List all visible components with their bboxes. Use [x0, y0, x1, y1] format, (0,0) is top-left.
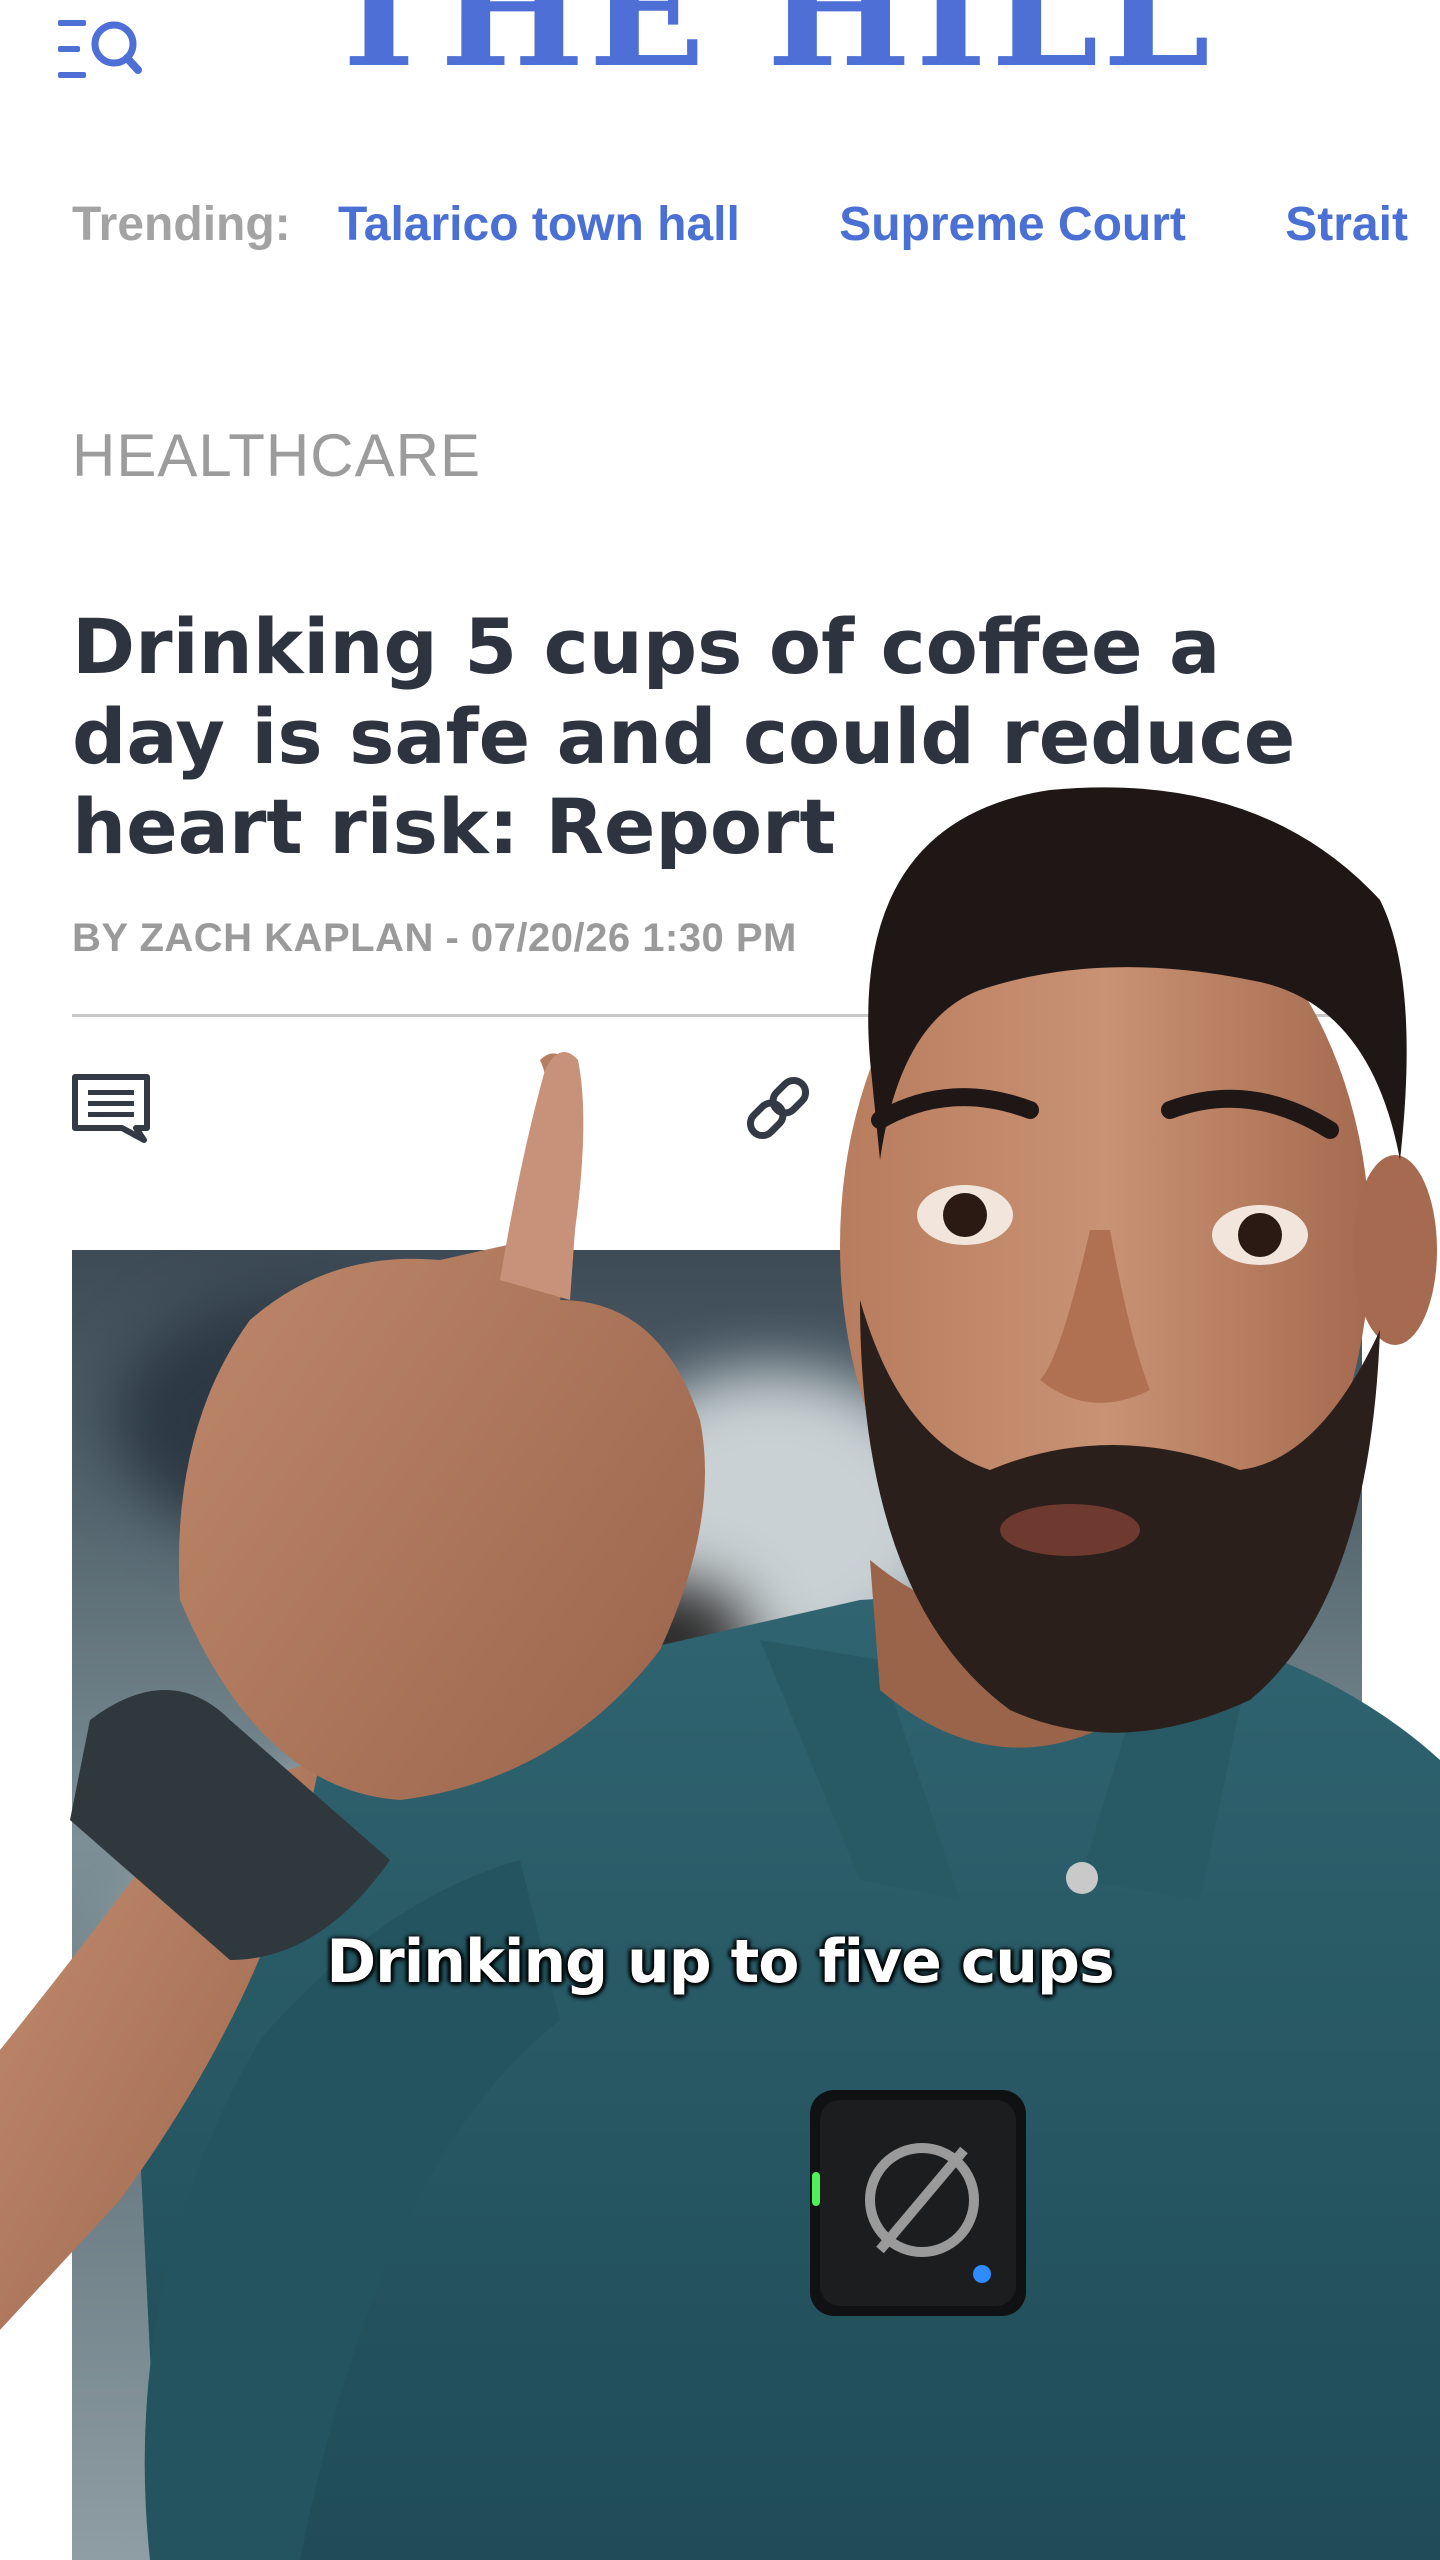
- trending-link-talarico-town-hall[interactable]: Talarico town hall: [338, 190, 740, 260]
- section-label[interactable]: HEALTHCARE: [72, 420, 481, 492]
- byline-divider: [72, 1014, 1368, 1017]
- trending-link-strait[interactable]: Strait: [1285, 190, 1408, 260]
- article-byline: BY ZACH KAPLAN - 07/20/26 1:30 PM: [72, 916, 797, 960]
- comment-button[interactable]: [70, 1072, 152, 1144]
- trending-label: Trending:: [72, 198, 291, 251]
- article-image: [72, 1250, 1362, 2560]
- comment-icon: [72, 1074, 150, 1143]
- video-caption: Drinking up to five cups: [326, 1927, 1114, 1997]
- link-icon: [746, 1076, 810, 1140]
- article-headline: Drinking 5 cups of coffee a day is safe …: [72, 602, 1296, 871]
- trending-link-supreme-court[interactable]: Supreme Court: [839, 190, 1186, 260]
- trending-bar: Trending: Talarico town hall Supreme Cou…: [72, 190, 1440, 260]
- site-logo[interactable]: THE HILL: [322, 0, 1214, 88]
- copy-link-button[interactable]: [742, 1072, 814, 1144]
- menu-search-button[interactable]: [56, 14, 142, 84]
- menu-search-icon: [58, 20, 142, 78]
- site-header: THE HILL: [0, 0, 1440, 130]
